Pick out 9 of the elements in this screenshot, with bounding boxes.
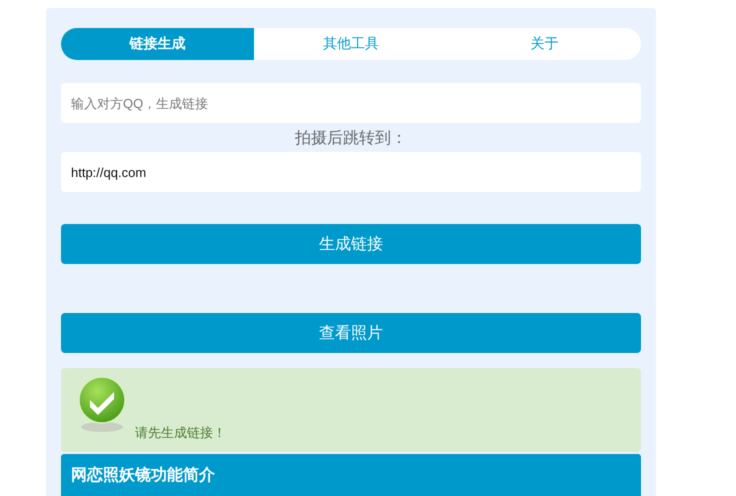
check-icon [77, 376, 127, 434]
generate-button[interactable]: 生成链接 [61, 224, 641, 264]
alert-message: 请先生成链接！ [135, 424, 226, 442]
input-field[interactable]: http://qq.com [61, 152, 641, 192]
field-label: 拍摄后跳转到： [295, 128, 407, 149]
tab[interactable]: 链接生成 [61, 28, 254, 60]
view-button[interactable]: 查看照片 [61, 313, 641, 353]
input-field[interactable]: 输入对方QQ，生成链接 [61, 83, 641, 123]
section-title: 网恋照妖镜功能简介 [71, 465, 215, 486]
